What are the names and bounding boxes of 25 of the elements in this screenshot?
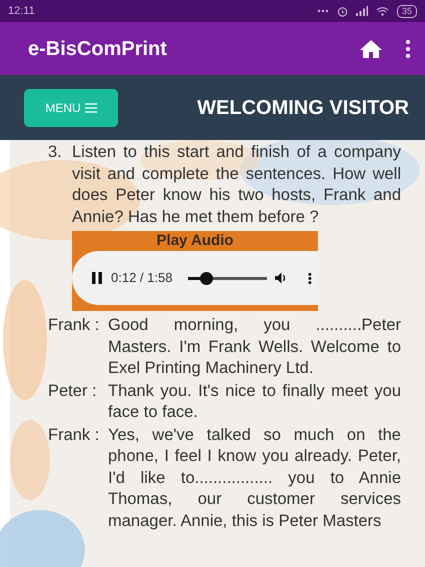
more-icon <box>316 9 329 13</box>
dialogue-text: Good morning, you ..........Peter Masters. I'm Frank Wells. Welcome to Exel Printing Machinery Ltd. <box>108 315 401 379</box>
speaker-name: Peter : <box>48 380 98 402</box>
home-button[interactable] <box>359 38 383 58</box>
dialogue-text: Yes, we've talked so much on the phone, I feel I know you already. Peter, I'd like to................. you to Annie Thomas, our customer services manager. Annie, this is Peter Masters <box>108 424 401 532</box>
signal-icon <box>356 6 368 16</box>
play-audio-label: Play Audio <box>156 231 234 251</box>
speaker-name: Frank : <box>48 424 100 446</box>
seek-track[interactable] <box>188 272 268 284</box>
speaker-name: Frank : <box>48 315 100 336</box>
wifi-icon <box>376 6 389 16</box>
menu-button[interactable]: MENU <box>24 88 118 126</box>
clock: 12:11 <box>8 4 35 19</box>
menu-icon <box>84 102 97 112</box>
alarm-icon <box>336 6 348 16</box>
audio-time: 0:12 / 1:58 <box>111 269 172 288</box>
page-title: WELCOMING VISITOR <box>197 96 409 120</box>
more-icon[interactable] <box>308 272 312 284</box>
question-number: 3. <box>48 142 63 163</box>
dialogue-text: Thank you. It's nice to finally meet you face to face. <box>108 380 401 423</box>
question-text: Listen to this start and finish of a company visit and complete the sentences. How well does Peter know his two hosts, Frank and Annie? Has he met them before ? <box>72 142 401 228</box>
pause-button[interactable] <box>92 271 104 285</box>
app-title: e-BisComPrint <box>28 36 167 62</box>
battery-indicator: 35 <box>396 4 417 18</box>
seek-thumb[interactable] <box>200 272 213 284</box>
